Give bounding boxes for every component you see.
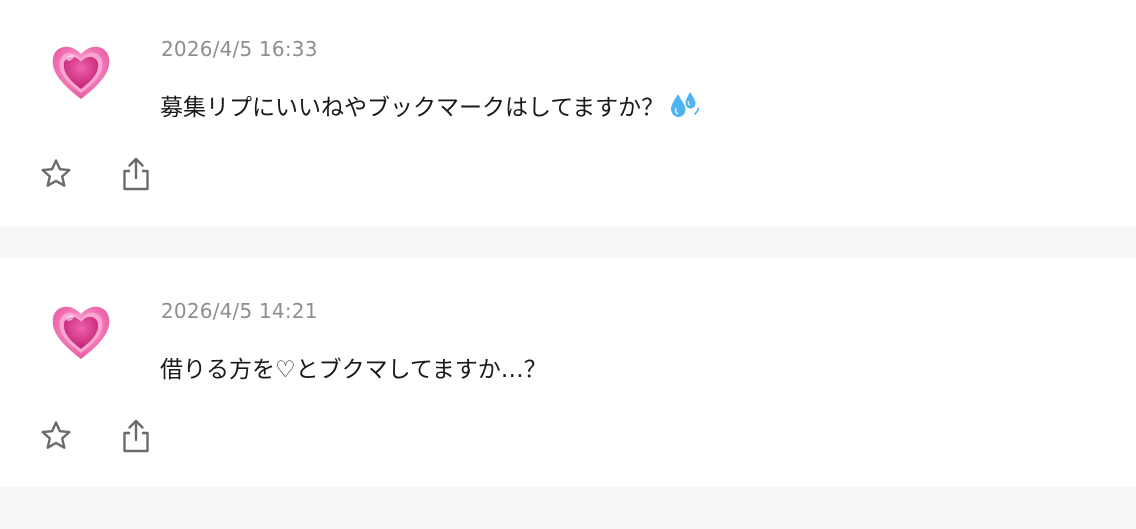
post-separator xyxy=(0,226,1136,258)
post-message-text: 募集リプにいいねやブックマークはしてますか？ xyxy=(160,95,665,121)
post-timestamp: 2026/4/5 16:33 xyxy=(161,37,318,61)
message-feed: 2026/4/5 16:33 募集リプにいいねやブックマークはしてますか？ 20… xyxy=(0,0,1136,529)
post-card: 2026/4/5 14:21 借りる方を♡とブクマしてますか…？ xyxy=(0,258,1136,487)
post-message: 募集リプにいいねやブックマークはしてますか？ xyxy=(160,88,700,122)
share-icon xyxy=(123,157,149,191)
post-timestamp: 2026/4/5 14:21 xyxy=(161,299,318,323)
star-icon xyxy=(41,159,71,187)
sweat-droplets-icon xyxy=(668,90,700,120)
star-icon xyxy=(41,421,71,449)
favorite-button[interactable] xyxy=(36,154,76,194)
post-message-text: 借りる方を♡とブクマしてますか…？ xyxy=(160,357,547,383)
favorite-button[interactable] xyxy=(36,416,76,456)
growing-heart-icon xyxy=(50,41,112,103)
share-icon xyxy=(123,419,149,453)
share-button[interactable] xyxy=(116,154,156,194)
share-button[interactable] xyxy=(116,416,156,456)
post-message: 借りる方を♡とブクマしてますか…？ xyxy=(160,350,547,384)
post-separator xyxy=(0,487,1136,529)
growing-heart-icon xyxy=(50,301,112,363)
post-card: 2026/4/5 16:33 募集リプにいいねやブックマークはしてますか？ xyxy=(0,0,1136,226)
